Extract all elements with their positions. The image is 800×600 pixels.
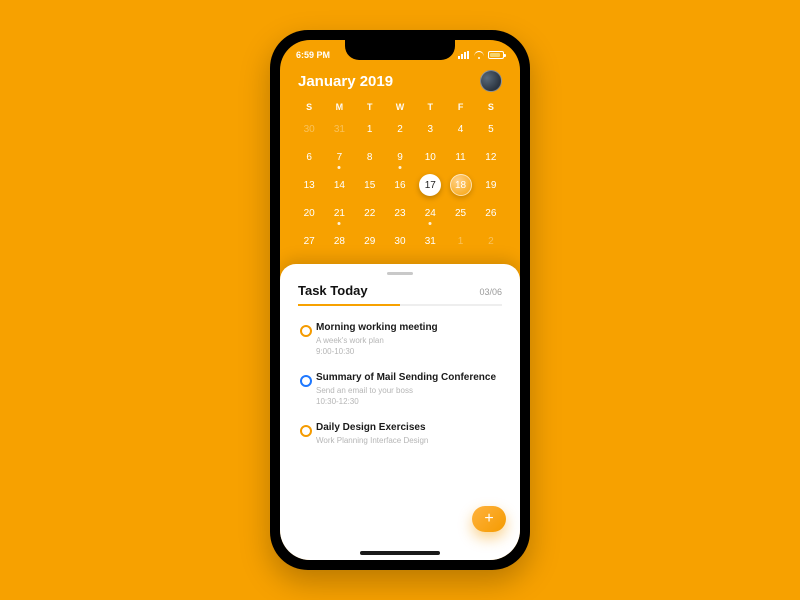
task-title: Morning working meeting bbox=[316, 322, 502, 333]
task-subtitle: Work Planning Interface Design bbox=[316, 436, 502, 445]
calendar-week: 20212223242526 bbox=[294, 200, 506, 226]
calendar-day[interactable]: 2 bbox=[476, 228, 506, 254]
calendar-day[interactable]: 16 bbox=[385, 172, 415, 198]
calendar-day[interactable]: 4 bbox=[445, 116, 475, 142]
avatar[interactable] bbox=[480, 70, 502, 92]
calendar-day[interactable]: 30 bbox=[294, 116, 324, 142]
calendar-day[interactable]: 9 bbox=[385, 144, 415, 170]
task-sheet: Task Today 03/06 Morning working meeting… bbox=[280, 264, 520, 560]
event-dot-icon bbox=[338, 166, 341, 169]
calendar-weeks: 3031123456789101112131415161718192021222… bbox=[294, 116, 506, 254]
calendar-dow: F bbox=[445, 102, 475, 112]
notch bbox=[345, 40, 455, 60]
calendar-day[interactable]: 23 bbox=[385, 200, 415, 226]
calendar-day[interactable]: 8 bbox=[355, 144, 385, 170]
page-title: January 2019 bbox=[298, 73, 393, 90]
status-right bbox=[458, 51, 504, 59]
screen: 6:59 PM January 2019 SMTWTFS 30311234567… bbox=[280, 40, 520, 560]
calendar: SMTWTFS 30311234567891011121314151617181… bbox=[280, 92, 520, 254]
calendar-dow: T bbox=[415, 102, 445, 112]
calendar-day[interactable]: 11 bbox=[445, 144, 475, 170]
calendar-day[interactable]: 6 bbox=[294, 144, 324, 170]
calendar-day[interactable]: 27 bbox=[294, 228, 324, 254]
signal-icon bbox=[458, 51, 470, 59]
calendar-dow: S bbox=[294, 102, 324, 112]
calendar-week: 272829303112 bbox=[294, 228, 506, 254]
calendar-dow-row: SMTWTFS bbox=[294, 102, 506, 112]
sheet-header: Task Today 03/06 bbox=[280, 283, 520, 304]
calendar-day[interactable]: 31 bbox=[415, 228, 445, 254]
calendar-day[interactable]: 15 bbox=[355, 172, 385, 198]
calendar-day[interactable]: 22 bbox=[355, 200, 385, 226]
calendar-day[interactable]: 10 bbox=[415, 144, 445, 170]
calendar-day[interactable]: 25 bbox=[445, 200, 475, 226]
status-time: 6:59 PM bbox=[296, 50, 330, 60]
progress-bar bbox=[298, 304, 502, 306]
calendar-day[interactable]: 17 bbox=[419, 174, 441, 196]
calendar-day[interactable]: 30 bbox=[385, 228, 415, 254]
calendar-day[interactable]: 7 bbox=[324, 144, 354, 170]
sheet-title: Task Today bbox=[298, 283, 368, 298]
calendar-day[interactable]: 1 bbox=[445, 228, 475, 254]
calendar-week: 303112345 bbox=[294, 116, 506, 142]
task-item[interactable]: Daily Design Exercises Work Planning Inte… bbox=[298, 416, 502, 457]
calendar-day[interactable]: 28 bbox=[324, 228, 354, 254]
calendar-day[interactable]: 21 bbox=[324, 200, 354, 226]
plus-icon: + bbox=[484, 511, 493, 527]
sheet-grab-handle[interactable] bbox=[387, 272, 413, 275]
calendar-day[interactable]: 12 bbox=[476, 144, 506, 170]
calendar-day[interactable]: 2 bbox=[385, 116, 415, 142]
calendar-dow: M bbox=[324, 102, 354, 112]
event-dot-icon bbox=[398, 166, 401, 169]
event-dot-icon bbox=[429, 222, 432, 225]
calendar-day[interactable]: 3 bbox=[415, 116, 445, 142]
calendar-dow: S bbox=[476, 102, 506, 112]
task-title: Summary of Mail Sending Conference bbox=[316, 372, 502, 383]
task-item[interactable]: Morning working meeting A week's work pla… bbox=[298, 316, 502, 366]
task-subtitle: A week's work plan bbox=[316, 336, 502, 345]
calendar-dow: T bbox=[355, 102, 385, 112]
home-indicator[interactable] bbox=[360, 551, 440, 555]
calendar-day[interactable]: 26 bbox=[476, 200, 506, 226]
calendar-day[interactable]: 29 bbox=[355, 228, 385, 254]
calendar-week: 6789101112 bbox=[294, 144, 506, 170]
calendar-day[interactable]: 31 bbox=[324, 116, 354, 142]
calendar-day[interactable]: 13 bbox=[294, 172, 324, 198]
calendar-day[interactable]: 20 bbox=[294, 200, 324, 226]
event-dot-icon bbox=[338, 222, 341, 225]
calendar-dow: W bbox=[385, 102, 415, 112]
calendar-day[interactable]: 18 bbox=[450, 174, 472, 196]
task-time: 9:00-10:30 bbox=[316, 347, 502, 356]
calendar-day[interactable]: 5 bbox=[476, 116, 506, 142]
wifi-icon bbox=[474, 51, 484, 59]
calendar-day[interactable]: 14 bbox=[324, 172, 354, 198]
calendar-week: 1314151617 1819 bbox=[294, 172, 506, 198]
task-item[interactable]: Summary of Mail Sending Conference Send a… bbox=[298, 366, 502, 416]
progress-fill bbox=[298, 304, 400, 306]
task-time: 10:30-12:30 bbox=[316, 397, 502, 406]
task-subtitle: Send an email to your boss bbox=[316, 386, 502, 395]
header: January 2019 bbox=[280, 64, 520, 92]
task-title: Daily Design Exercises bbox=[316, 422, 502, 433]
phone-frame: 6:59 PM January 2019 SMTWTFS 30311234567… bbox=[270, 30, 530, 570]
calendar-day[interactable]: 19 bbox=[476, 172, 506, 198]
sheet-count: 03/06 bbox=[479, 287, 502, 297]
calendar-day[interactable]: 1 bbox=[355, 116, 385, 142]
battery-icon bbox=[488, 51, 504, 59]
calendar-day[interactable]: 24 bbox=[415, 200, 445, 226]
add-task-button[interactable]: + bbox=[472, 506, 506, 532]
